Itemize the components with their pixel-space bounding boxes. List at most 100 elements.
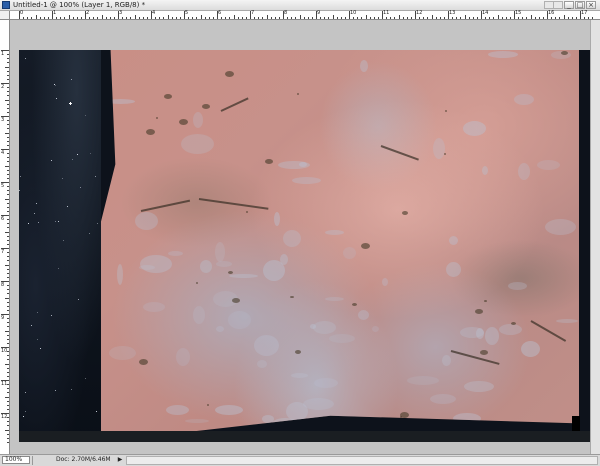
ruler-minor-tick <box>7 289 9 290</box>
ruler-minor-tick <box>7 75 9 76</box>
ruler-minor-tick <box>7 425 9 426</box>
lichen-patch <box>407 376 439 385</box>
ruler-minor-tick <box>258 17 259 19</box>
arrange-button-2[interactable] <box>553 1 563 9</box>
ruler-minor-tick <box>7 322 9 323</box>
ruler-label: 8 <box>284 10 288 16</box>
star-speck <box>55 390 56 391</box>
ruler-minor-tick <box>60 17 61 19</box>
ruler-minor-tick <box>460 17 461 19</box>
ruler-minor-tick <box>353 17 354 19</box>
ruler-minor-tick <box>7 203 9 204</box>
horizontal-ruler[interactable]: 0 1 2 3 4 5 6 7 8 9 10 11 12 13 14 15 16 17 <box>10 10 600 20</box>
dark-mineral-spot <box>295 350 301 354</box>
dark-mineral-spot <box>146 129 155 135</box>
ruler-minor-tick <box>535 17 536 19</box>
ruler-minor-tick <box>7 376 9 377</box>
star-speck <box>78 299 79 300</box>
star-speck <box>85 115 86 116</box>
rock-crack <box>380 145 419 161</box>
ruler-label: 6 <box>1 216 5 222</box>
lichen-patch <box>463 121 486 136</box>
lichen-patch <box>372 326 379 332</box>
dark-mineral-spot <box>480 350 488 355</box>
ruler-minor-tick <box>510 17 511 19</box>
lichen-patch <box>262 415 274 423</box>
ruler-minor-tick <box>7 256 9 257</box>
lichen-patch <box>446 262 461 277</box>
ruler-minor-tick <box>399 15 400 19</box>
ruler-minor-tick <box>5 166 9 167</box>
star-speck <box>97 223 98 224</box>
ruler-label: 16 <box>548 10 555 16</box>
ruler-minor-tick <box>526 17 527 19</box>
star-speck <box>80 187 81 188</box>
star-speck <box>95 176 96 177</box>
ruler-origin-corner[interactable] <box>0 11 10 20</box>
star-speck <box>89 233 90 234</box>
status-menu-arrow-icon[interactable]: ▶ <box>116 456 124 464</box>
ruler-minor-tick <box>5 430 9 431</box>
dark-mineral-spot <box>202 104 210 109</box>
star-speck <box>55 85 56 86</box>
star-speck <box>51 160 52 161</box>
ruler-minor-tick <box>135 15 136 19</box>
star-speck <box>31 325 32 326</box>
ruler-minor-tick <box>584 17 585 19</box>
dark-mineral-spot <box>228 271 233 274</box>
ruler-minor-tick <box>568 17 569 19</box>
ruler-minor-tick <box>180 17 181 19</box>
close-button[interactable]: × <box>586 1 596 9</box>
ruler-minor-tick <box>386 17 387 19</box>
ruler-minor-tick <box>97 17 98 19</box>
ruler-minor-tick <box>440 17 441 19</box>
document-canvas[interactable] <box>19 50 590 442</box>
ruler-minor-tick <box>7 260 9 261</box>
ruler-minor-tick <box>7 54 9 55</box>
ruler-minor-tick <box>106 17 107 19</box>
ruler-minor-tick <box>436 17 437 19</box>
ruler-minor-tick <box>551 17 552 19</box>
lichen-patch <box>200 260 212 273</box>
zoom-level-field[interactable]: 100% <box>2 456 30 464</box>
ruler-minor-tick <box>378 17 379 19</box>
star-speck <box>67 206 68 207</box>
ruler-minor-tick <box>7 157 9 158</box>
ruler-minor-tick <box>7 368 9 369</box>
horizontal-scrollbar[interactable] <box>126 456 598 465</box>
rock-crack <box>450 350 500 365</box>
ruler-minor-tick <box>267 15 268 19</box>
star-speck <box>25 58 26 59</box>
lichen-patch <box>140 255 172 273</box>
lichen-patch <box>358 310 369 320</box>
ruler-minor-tick <box>36 15 37 19</box>
ruler-minor-tick <box>7 186 9 187</box>
minimize-button[interactable]: _ <box>564 1 574 9</box>
title-bar[interactable]: Untitled-1 @ 100% (Layer 1, RGB/8) * _ □… <box>0 0 600 11</box>
ruler-minor-tick <box>168 15 169 19</box>
lichen-patch <box>453 413 481 424</box>
lichen-patch <box>343 247 356 259</box>
ruler-minor-tick <box>7 285 9 286</box>
ruler-minor-tick <box>225 17 226 19</box>
vertical-ruler[interactable]: 1 2 3 4 5 6 7 8 9 10 11 12 <box>0 11 10 454</box>
maximize-button[interactable]: □ <box>575 1 585 9</box>
document-size-info[interactable]: Doc: 2.70M/6.46M <box>56 456 111 464</box>
status-divider <box>32 456 33 465</box>
dark-mineral-spot <box>179 119 188 125</box>
ruler-minor-tick <box>7 87 9 88</box>
star-speck <box>90 153 91 154</box>
ruler-minor-tick <box>5 298 9 299</box>
ruler-minor-tick <box>374 17 375 19</box>
ruler-minor-tick <box>7 343 9 344</box>
canvas-area[interactable] <box>10 20 600 454</box>
vertical-scrollbar[interactable] <box>590 20 600 454</box>
lichen-patch <box>449 236 458 245</box>
ruler-minor-tick <box>7 91 9 92</box>
lichen-patch <box>430 394 456 404</box>
ruler-minor-tick <box>7 442 9 443</box>
ruler-minor-tick <box>275 17 276 19</box>
ruler-minor-tick <box>7 178 9 179</box>
ruler-minor-tick <box>5 364 9 365</box>
ruler-minor-tick <box>7 128 9 129</box>
